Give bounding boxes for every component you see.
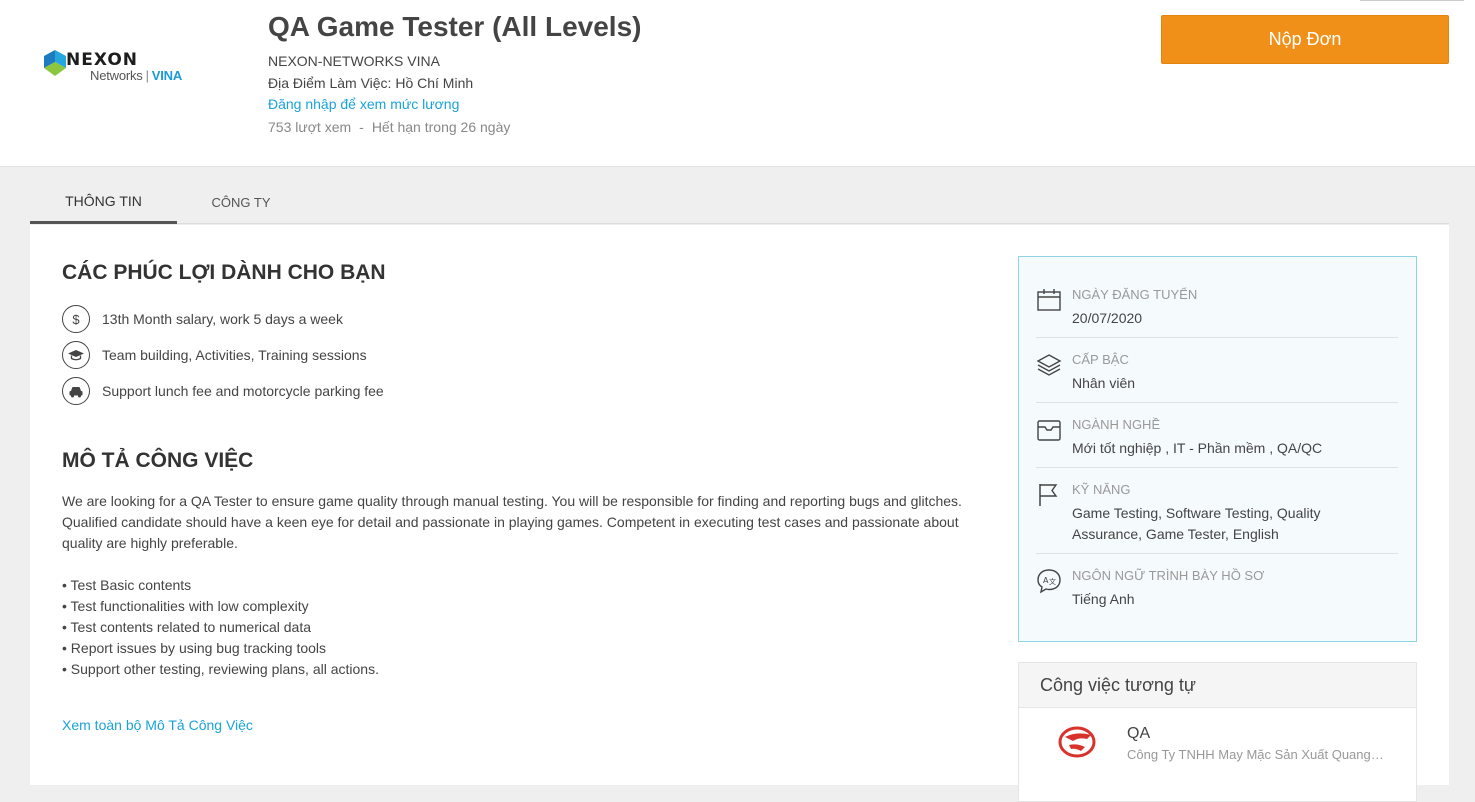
description-bullet: • Report issues by using bug tracking to…	[62, 640, 327, 656]
description-title: MÔ TẢ CÔNG VIỆC	[62, 449, 254, 472]
company-logo	[1058, 726, 1096, 758]
tab-company[interactable]: CÔNG TY	[180, 180, 302, 224]
description-paragraph: Qualified candidate should have a keen e…	[62, 514, 959, 551]
benefit-item: Support lunch fee and motorcycle parking…	[62, 377, 384, 405]
login-salary-link[interactable]: Đăng nhập để xem mức lương	[268, 96, 459, 112]
description-bullet: • Test contents related to numerical dat…	[62, 619, 312, 635]
apply-button[interactable]: Nộp Đơn	[1161, 15, 1449, 64]
briefcase-icon	[1037, 420, 1061, 441]
similar-job-item[interactable]: QA Công Ty TNHH May Mặc Sản Xuất Quang T…	[1019, 709, 1416, 769]
views-expiry: 753 lượt xem - Hết hạn trong 26 ngày	[268, 119, 511, 135]
job-content-panel: CÁC PHÚC LỢI DÀNH CHO BẠN $ 13th Month s…	[30, 225, 1449, 802]
benefit-item: Team building, Activities, Training sess…	[62, 341, 367, 369]
graduation-cap-icon	[62, 341, 90, 369]
similar-job-company: Công Ty TNHH May Mặc Sản Xuất Quang Thái	[1127, 747, 1387, 762]
language-icon: A文	[1037, 569, 1061, 594]
nexon-cube-icon	[44, 50, 66, 76]
job-summary-box: NGÀY ĐĂNG TUYỂN 20/07/2020 CẤP BẬC Nhân …	[1018, 256, 1417, 642]
job-title: QA Game Tester (All Levels)	[268, 11, 642, 42]
job-location: Địa Điểm Làm Việc: Hồ Chí Minh	[268, 75, 474, 91]
flag-icon	[1039, 484, 1058, 506]
job-header: NEXON Networks | VINA QA Game Tester (All …	[0, 0, 1475, 167]
company-logo[interactable]: NEXON Networks | VINA	[44, 48, 204, 88]
calendar-icon	[1037, 289, 1061, 311]
dollar-icon: $	[62, 305, 90, 333]
top-divider	[1360, 0, 1464, 1]
similar-jobs-panel: Công việc tương tự QA Công Ty TNHH May M…	[1018, 662, 1417, 802]
similar-jobs-title: Công việc tương tự	[1019, 663, 1416, 708]
description-paragraph: We are looking for a QA Tester to ensure…	[62, 493, 962, 509]
tab-bar: THÔNG TIN CÔNG TY	[30, 180, 1449, 224]
svg-text:文: 文	[1049, 577, 1056, 586]
car-icon	[62, 377, 90, 405]
layers-icon	[1036, 354, 1062, 376]
description-bullet: • Test functionalities with low complexi…	[62, 598, 309, 614]
expiry-text: Hết hạn trong 26 ngày	[371, 119, 511, 135]
benefit-item: $ 13th Month salary, work 5 days a week	[62, 305, 343, 333]
description-bullet: • Support other testing, reviewing plans…	[62, 661, 379, 677]
similar-job-title[interactable]: QA	[1127, 725, 1150, 743]
logo-wordmark: NEXON	[66, 50, 139, 70]
job-description: We are looking for a QA Tester to ensure…	[62, 491, 962, 680]
description-bullet: • Test Basic contents	[62, 577, 192, 593]
tab-info[interactable]: THÔNG TIN	[30, 180, 177, 224]
logo-subtitle: Networks | VINA	[90, 68, 183, 83]
view-count: 753 lượt xem	[268, 119, 352, 135]
benefits-title: CÁC PHÚC LỢI DÀNH CHO BẠN	[62, 261, 386, 284]
company-name[interactable]: NEXON-NETWORKS VINA	[268, 53, 440, 69]
view-full-description-link[interactable]: Xem toàn bộ Mô Tả Công Việc	[62, 717, 253, 733]
